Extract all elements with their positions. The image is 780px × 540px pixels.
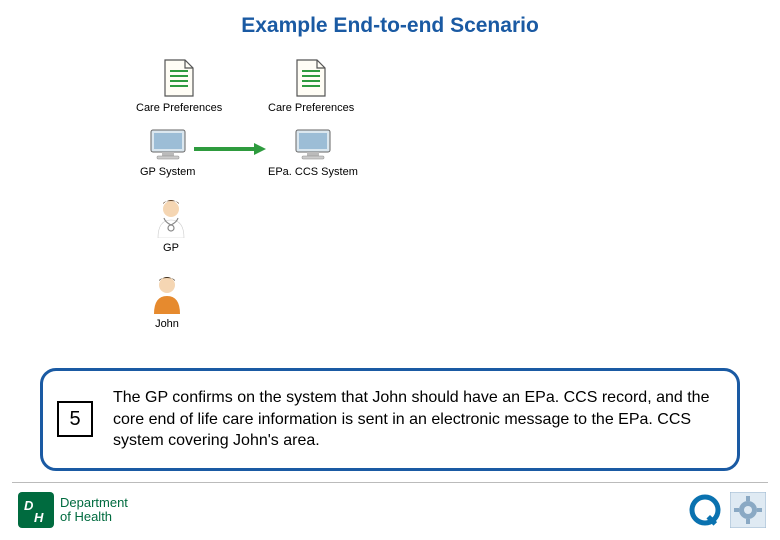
gp-person-node: GP (154, 198, 188, 254)
footer: D H Department of Health (0, 482, 780, 534)
monitor-icon (147, 128, 189, 162)
care-preferences-doc-right: Care Preferences (268, 58, 354, 114)
node-label: Care Preferences (268, 102, 354, 114)
step-text: The GP confirms on the system that John … (113, 387, 719, 452)
dh-badge-icon: D H (18, 492, 54, 528)
document-icon (163, 58, 195, 98)
john-person-node: John (150, 274, 184, 330)
page-title: Example End-to-end Scenario (0, 0, 780, 38)
arrow-icon (194, 142, 266, 160)
svg-text:H: H (34, 510, 44, 525)
divider (12, 482, 768, 483)
svg-text:D: D (24, 498, 34, 513)
right-logos (688, 492, 766, 528)
person-icon (150, 274, 184, 314)
monitor-icon (292, 128, 334, 162)
node-label: Care Preferences (136, 102, 222, 114)
node-label: GP (154, 242, 188, 254)
gear-logo-icon (730, 492, 766, 528)
step-callout: 5 The GP confirms on the system that Joh… (40, 368, 740, 471)
care-preferences-doc-left: Care Preferences (136, 58, 222, 114)
node-label: EPa. CCS System (268, 166, 358, 178)
q-logo-icon (688, 493, 722, 527)
document-icon (295, 58, 327, 98)
node-label: John (150, 318, 184, 330)
dept-line2: of Health (60, 510, 128, 524)
gp-system-node: GP System (140, 128, 195, 178)
epaccs-system-node: EPa. CCS System (268, 128, 358, 178)
dept-health-text: Department of Health (60, 496, 128, 525)
dept-health-logo: D H Department of Health (18, 492, 128, 528)
dept-line1: Department (60, 496, 128, 510)
node-label: GP System (140, 166, 195, 178)
doctor-icon (154, 198, 188, 238)
scenario-diagram: Care Preferences Care Preferences (0, 58, 780, 358)
step-number: 5 (57, 401, 93, 437)
